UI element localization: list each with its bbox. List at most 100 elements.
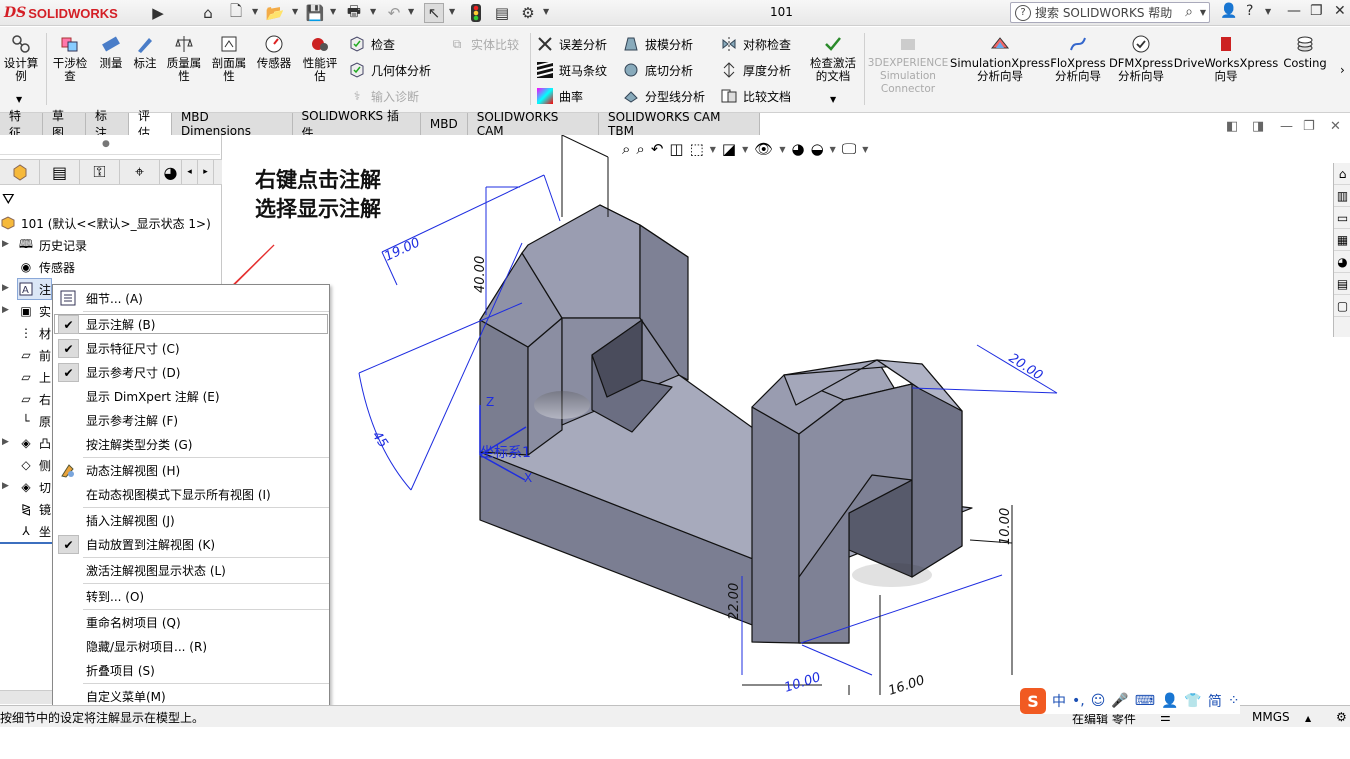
tree-item-front-plane[interactable]: ▱ 前	[18, 345, 51, 365]
draft-analysis-button[interactable]: 拔模分析	[622, 33, 693, 55]
menu-item-show-all-views-dynamic[interactable]: 在动态视图模式下显示所有视图 (I)	[53, 483, 329, 505]
menu-item-show-annotations[interactable]: ✔ 显示注解 (B)	[53, 313, 329, 335]
check-button[interactable]: 检查	[348, 33, 395, 55]
undercut-button[interactable]: 底切分析	[622, 59, 693, 81]
search-dropdown-icon[interactable]: ▼	[1200, 8, 1206, 17]
search-icon[interactable]: ⌕	[1185, 4, 1193, 20]
ime-emoji-icon[interactable]: ☺	[1091, 693, 1106, 709]
curvature-button[interactable]: 曲率	[536, 85, 583, 107]
sensor-button[interactable]: 传感器	[254, 33, 294, 70]
tab-markup[interactable]: 标注	[85, 109, 129, 140]
print-icon[interactable]: 🖶	[344, 2, 364, 23]
tab-solidworks-addins[interactable]: SOLIDWORKS 插件	[292, 109, 421, 140]
compare-documents-button[interactable]: 比较文档	[720, 85, 791, 107]
ime-keyboard-icon[interactable]: ⌨	[1135, 693, 1155, 709]
menu-item-hide-show-tree-items[interactable]: 隐藏/显示树项目... (R)	[53, 635, 329, 657]
import-diagnostics-button[interactable]: ⚕ 输入诊断	[348, 85, 419, 107]
expand-solid-icon[interactable]: ▶	[2, 305, 9, 315]
geometry-analysis-button[interactable]: 几何体分析	[348, 59, 431, 81]
expand-annotations-icon[interactable]: ▶	[2, 283, 9, 293]
tab-sketch[interactable]: 草图	[42, 109, 86, 140]
unit-system[interactable]: MMGS	[1252, 710, 1290, 724]
doc-minimize-icon[interactable]: —	[1280, 119, 1293, 134]
displaymanager-tab[interactable]: ◕	[160, 160, 182, 184]
options-gear-icon[interactable]: ⚙	[518, 3, 538, 23]
design-library-icon[interactable]: ▥	[1334, 185, 1350, 207]
interference-button[interactable]: 干涉检 查	[50, 33, 90, 83]
customize-status-icon[interactable]: ⚙	[1336, 710, 1347, 724]
dfmxpress-button[interactable]: DFMXpress 分析向导	[1109, 33, 1173, 83]
tab-solidworks-cam-tbm[interactable]: SOLIDWORKS CAM TBM	[599, 110, 760, 138]
symmetry-check-button[interactable]: 对称检查	[720, 33, 791, 55]
section-properties-button[interactable]: 剖面属 性	[208, 33, 250, 83]
tab-solidworks-cam[interactable]: SOLIDWORKS CAM	[467, 110, 599, 138]
filter-funnel-icon[interactable]: ⛛	[2, 190, 15, 208]
ime-language[interactable]: 中	[1052, 691, 1066, 711]
menu-item-details[interactable]: 细节... (A)	[53, 287, 329, 309]
menu-item-sort-by-type[interactable]: 按注解类型分类 (G)	[53, 433, 329, 455]
simulationxpress-button[interactable]: SimulationXpress 分析向导	[950, 33, 1050, 83]
solidworks-resources-icon[interactable]: ⌂	[1334, 163, 1350, 185]
print-dropdown-icon[interactable]: ▼	[370, 7, 376, 16]
custom-properties-icon[interactable]: ▤	[1334, 273, 1350, 295]
propertymanager-tab[interactable]: ▤	[40, 160, 80, 184]
dimxpert-tab[interactable]: ⌖	[120, 160, 160, 184]
compare-bodies-button[interactable]: ⧉ 实体比较	[448, 33, 519, 55]
measure-button[interactable]: 测量	[96, 33, 126, 70]
menu-item-go-to[interactable]: 转到... (O)	[53, 585, 329, 607]
parting-line-button[interactable]: 分型线分析	[622, 85, 705, 107]
options-dropdown-icon[interactable]: ▼	[543, 7, 549, 16]
ribbon-more-icon[interactable]: ›	[1340, 63, 1345, 77]
sogou-logo-icon[interactable]: S	[1020, 688, 1046, 714]
menu-item-show-dimxpert[interactable]: 显示 DimXpert 注解 (E)	[53, 385, 329, 407]
file-properties-icon[interactable]: ▤	[492, 3, 512, 23]
ime-toolbox-icon[interactable]: ⁘	[1228, 693, 1240, 709]
rebuild-traffic-light-icon[interactable]	[466, 3, 486, 23]
tree-item-boss-extrude[interactable]: ◈ 凸	[18, 433, 51, 453]
units-dropdown-icon[interactable]: ▲	[1305, 714, 1311, 723]
tree-item-top-plane[interactable]: ▱ 上	[18, 367, 51, 387]
tree-item-coordinate-system[interactable]: ⅄ 坐	[18, 521, 51, 541]
doc-close-icon[interactable]: ✕	[1330, 119, 1341, 134]
tree-root-part[interactable]: 101 (默认<<默认>_显示状态 1>)	[0, 213, 211, 233]
tree-item-cut[interactable]: ◈ 切	[18, 477, 51, 497]
menu-item-insert-annotation-view[interactable]: 插入注解视图 (J)	[53, 509, 329, 531]
tree-item-solid-bodies[interactable]: ▣ 实	[18, 301, 51, 321]
panel-splitter[interactable]: ●	[0, 139, 220, 155]
tree-item-annotations[interactable]: A 注	[16, 278, 53, 300]
ime-skin-shirt-icon[interactable]: 👕	[1184, 693, 1201, 709]
check-active-doc-button[interactable]: 检查激活 的文档	[806, 33, 860, 83]
tile-right-icon[interactable]: ◨	[1252, 119, 1264, 134]
new-dropdown-icon[interactable]: ▼	[252, 7, 258, 16]
thickness-analysis-button[interactable]: 厚度分析	[720, 59, 791, 81]
tab-scroll-right-icon[interactable]: ▸	[198, 160, 214, 184]
mass-properties-button[interactable]: 质量属 性	[164, 33, 204, 83]
tree-item-sensors[interactable]: ◉ 传感器	[18, 257, 75, 277]
home-icon[interactable]: ⌂	[198, 3, 218, 23]
expand-menu-icon[interactable]: ▶	[148, 3, 168, 23]
menu-item-rename-tree-item[interactable]: 重命名树项目 (Q)	[53, 611, 329, 633]
tab-mbd[interactable]: MBD	[420, 113, 468, 135]
menu-item-customize-menu[interactable]: 自定义菜单(M)	[53, 685, 329, 707]
design-study-dropdown-icon[interactable]: ▼	[16, 95, 22, 104]
design-study-button[interactable]: 设计算 例	[2, 33, 40, 83]
tab-evaluate[interactable]: 评估	[128, 109, 172, 140]
tab-scroll-left-icon[interactable]: ◂	[182, 160, 198, 184]
view-palette-icon[interactable]: ▦	[1334, 229, 1350, 251]
help-dropdown-icon[interactable]: ▼	[1265, 7, 1271, 16]
restore-icon[interactable]: ❐	[1310, 3, 1323, 19]
expand-history-icon[interactable]: ▶	[2, 239, 9, 249]
save-dropdown-icon[interactable]: ▼	[330, 7, 336, 16]
performance-eval-button[interactable]: 性能评 估	[300, 33, 340, 83]
menu-item-show-reference-annotations[interactable]: 显示参考注解 (F)	[53, 409, 329, 431]
deviation-analysis-button[interactable]: 误差分析	[536, 33, 607, 55]
tree-item-mirror[interactable]: ⧎ 镜	[18, 499, 51, 519]
rollback-bar[interactable]	[0, 542, 52, 544]
menu-item-dynamic-annotation-views[interactable]: 动态注解视图 (H)	[53, 459, 329, 481]
tree-item-history[interactable]: 🕮 历史记录	[18, 235, 87, 255]
solidworks-logo[interactable]: DS SOLIDWORKS	[4, 2, 118, 24]
tab-features[interactable]: 特征	[0, 109, 43, 140]
simulation-connector-button[interactable]: 3DEXPERIENCE Simulation Connector	[868, 33, 948, 96]
forum-icon[interactable]: ▢	[1334, 295, 1350, 317]
help-icon[interactable]: ?	[1246, 3, 1253, 19]
